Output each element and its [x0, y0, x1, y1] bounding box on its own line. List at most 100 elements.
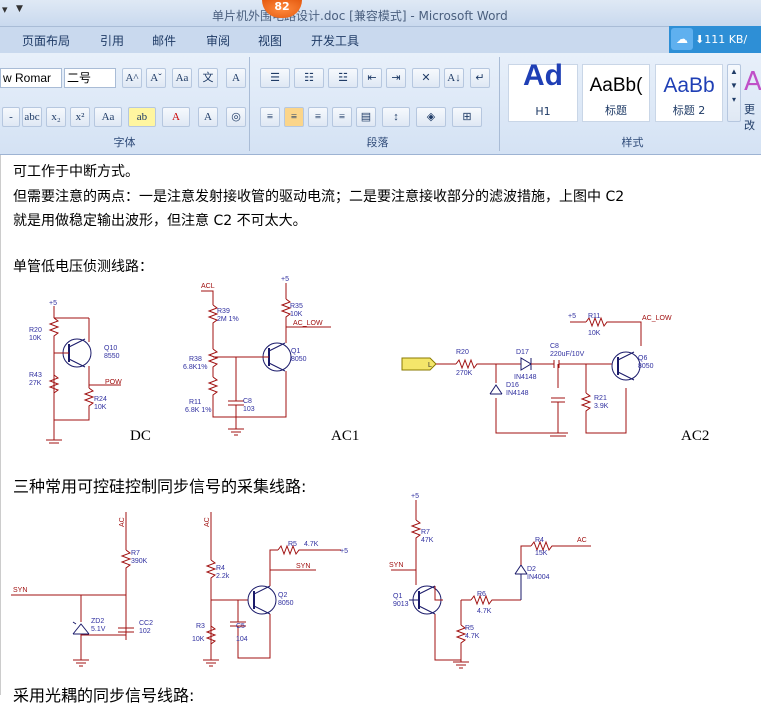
ac1-r11: R11 [189, 399, 201, 406]
grow-font-icon[interactable]: A^ [122, 68, 142, 88]
heading-low-voltage: 单管低电压侦测线路： [13, 259, 153, 275]
ac1-q1v: 8050 [291, 356, 307, 363]
phonetic-guide-icon[interactable]: 文 [198, 68, 218, 88]
ac2-r20v: 270K [456, 370, 473, 377]
style-h1[interactable]: Ad H1 [508, 59, 578, 122]
s3-r6: R6 [477, 591, 486, 598]
s1-cc2v: 102 [139, 628, 151, 635]
cloud-icon: ☁ [671, 28, 693, 50]
tab-page-layout[interactable]: 页面布局 [22, 32, 70, 49]
font-color-icon[interactable]: A [162, 107, 190, 127]
change-case-icon[interactable]: Aa [94, 107, 122, 127]
line-spacing-icon[interactable]: ↕ [382, 107, 410, 127]
quick-access-dropdown-icon[interactable]: ▼ [16, 4, 23, 14]
change-styles-icon[interactable]: A [744, 67, 761, 97]
ac1-r35v: 10K [290, 311, 303, 318]
document-page[interactable]: 可工作于中断方式。 但需要注意的两点：一是注意发射接收管的驱动电流；二是要注意接… [0, 155, 761, 705]
style-heading2[interactable]: AaBb 标题 2 [655, 64, 723, 122]
s2-c5v: 104 [236, 636, 248, 643]
s3-q1v: 9013 [393, 601, 409, 608]
s3-r7v: 47K [421, 537, 434, 544]
dc-r43: R43 [29, 372, 42, 379]
enclose-char-icon[interactable]: ◎ [226, 107, 246, 127]
highlight-icon[interactable]: ab [128, 107, 156, 127]
ac2-d16v: IN4148 [506, 390, 529, 397]
font-size-select[interactable]: 二号 [64, 68, 116, 88]
s2-q2: Q2 [278, 592, 287, 599]
change-styles-label[interactable]: 更改 [744, 101, 761, 133]
circuit-sync-1: AC R7 390K SYN ZD2 5.1V CC2 102 [11, 512, 153, 667]
font-name-select[interactable]: w Romar [0, 68, 62, 88]
s3-d2v: IN4004 [527, 574, 550, 581]
ac2-l: L [428, 362, 432, 369]
ac2-r11v: 10K [588, 330, 601, 337]
char-shading-icon[interactable]: A [198, 107, 218, 127]
decrease-indent-icon[interactable]: ⇤ [362, 68, 382, 88]
ac1-r39v: 2M 1% [217, 316, 239, 323]
align-right-icon[interactable]: ≡ [308, 107, 328, 127]
quick-access-icon[interactable]: ▾ [2, 3, 16, 17]
s2-r5v: 4.7K [304, 541, 319, 548]
ac1-q1: Q1 [291, 348, 300, 355]
s3-q1: Q1 [393, 593, 402, 600]
clear-format-icon[interactable]: Aa [172, 68, 192, 88]
subscript-icon[interactable]: x₂ [46, 107, 66, 127]
align-center-icon[interactable]: ≡ [284, 107, 304, 127]
tab-references[interactable]: 引用 [100, 32, 124, 49]
ac2-c8v: 220uF/10V [550, 351, 585, 358]
ac2-r11: R11 [588, 313, 600, 320]
increase-indent-icon[interactable]: ⇥ [386, 68, 406, 88]
ac2-d17v: IN4148 [514, 374, 537, 381]
para-line2: 但需要注意的两点：一是注意发射接收管的驱动电流；二是要注意接收部分的滤波措施，上… [13, 189, 625, 205]
ac2-r21: R21 [594, 395, 607, 402]
tab-view[interactable]: 视图 [258, 32, 282, 49]
style-heading2-name: 标题 2 [672, 104, 706, 117]
sort-icon[interactable]: A↓ [444, 68, 464, 88]
s2-q2v: 8050 [278, 600, 294, 607]
heading-optocoupler: 采用光耦的同步信号线路: [13, 686, 195, 705]
style-title[interactable]: AaBb( 标题 [582, 64, 650, 122]
s3-vcc: +5 [411, 493, 419, 500]
s1-r7: R7 [131, 550, 140, 557]
ac2-aclow: AC_LOW [642, 315, 672, 322]
font-group: w Romar 二号 A^ Aˇ Aa 文 A - abc x₂ x² Aa a… [0, 57, 250, 151]
tab-mailings[interactable]: 邮件 [152, 32, 176, 49]
multilevel-list-icon[interactable]: ☳ [328, 68, 358, 88]
shrink-font-icon[interactable]: Aˇ [146, 68, 166, 88]
ac2-q6: Q6 [638, 355, 647, 362]
net-speed-widget[interactable]: ☁ ⬇111 KB/ [669, 26, 761, 53]
distribute-icon[interactable]: ▤ [356, 107, 376, 127]
ribbon-tabs: 页面布局 引用 邮件 审阅 视图 开发工具 [0, 27, 761, 53]
dc-vcc: +5 [49, 300, 57, 307]
dc-pow: POW [105, 379, 122, 386]
dc-r20: R20 [29, 327, 42, 334]
superscript-icon[interactable]: x² [70, 107, 90, 127]
ac1-r35: R35 [290, 303, 303, 310]
s3-ac: AC [577, 537, 587, 544]
ac1-r11v: 6.8K 1% [185, 407, 211, 414]
char-border-icon[interactable]: A [226, 68, 246, 88]
align-left-icon[interactable]: ≡ [260, 107, 280, 127]
tab-review[interactable]: 审阅 [206, 32, 230, 49]
dc-r20v: 10K [29, 335, 42, 342]
ac2-vcc: +5 [568, 313, 576, 320]
dc-r43v: 27K [29, 380, 42, 387]
styles-scroll-icon[interactable]: ▲ ▼ ▾ [727, 64, 741, 122]
asian-layout-icon[interactable]: ✕ [412, 68, 440, 88]
borders-icon[interactable]: ⊞ [452, 107, 482, 127]
ac2-r20: R20 [456, 349, 469, 356]
s2-r5: R5 [288, 541, 297, 548]
strikethrough-icon[interactable]: - [2, 107, 20, 127]
shading-icon[interactable]: ◈ [416, 107, 446, 127]
circuit-sync-3: +5 R7 47K SYN Q1 9013 R6 4.7K R5 4.7K R4… [389, 493, 591, 669]
tab-developer[interactable]: 开发工具 [311, 32, 359, 49]
para-line3: 就是用做稳定输出波形，但注意 C2 不可太大。 [13, 213, 307, 229]
ac2-c8: C8 [550, 343, 559, 350]
style-heading2-preview: AaBb [663, 74, 715, 97]
bullets-icon[interactable]: ☰ [260, 68, 290, 88]
numbering-icon[interactable]: ☷ [294, 68, 324, 88]
abc-strike-icon[interactable]: abc [22, 107, 42, 127]
justify-icon[interactable]: ≡ [332, 107, 352, 127]
s3-r4: R4 [535, 537, 544, 544]
show-marks-icon[interactable]: ↵ [470, 68, 490, 88]
